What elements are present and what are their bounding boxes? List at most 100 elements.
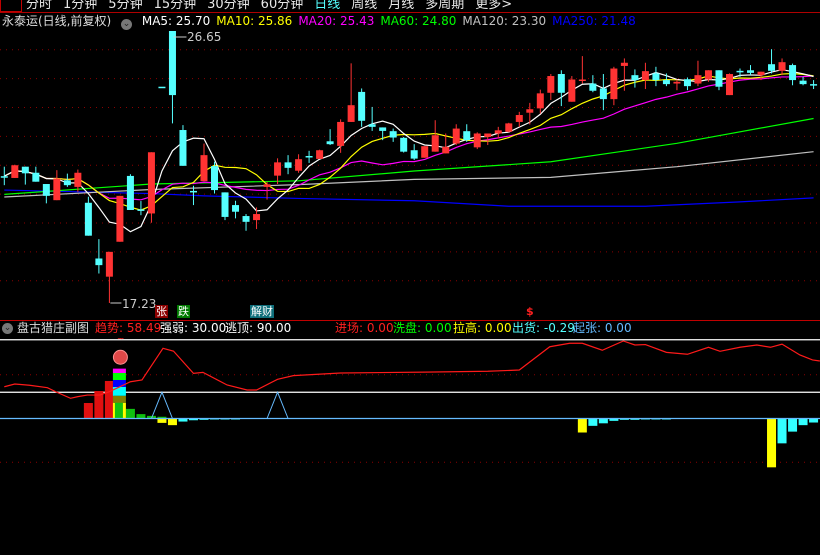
candle-body <box>53 178 61 201</box>
candle-body <box>179 130 187 166</box>
indicator-pullup: 拉高: 0.00 <box>453 321 512 335</box>
stack-segment <box>112 368 126 373</box>
green-bar <box>136 414 146 419</box>
candle-body <box>578 79 586 82</box>
red-bar <box>83 403 93 419</box>
candlestick-chart[interactable]: ~ <box>0 0 820 555</box>
signal-tag-jiecai: 解财 <box>250 305 274 318</box>
candle-body <box>316 150 324 159</box>
candle-body <box>715 70 723 87</box>
candle-body <box>463 131 471 141</box>
candle-body <box>799 80 807 85</box>
candle-body <box>158 86 166 89</box>
candle-body <box>494 130 502 134</box>
candle-body <box>547 76 555 93</box>
green-bar <box>125 408 135 419</box>
indicator-trend: 趋势: 58.49 <box>95 321 162 335</box>
signal-tag-die: 跌 <box>177 305 190 318</box>
candle-body <box>620 62 628 66</box>
candle-body <box>379 127 387 131</box>
stack-segment <box>112 373 126 380</box>
candle-body <box>295 159 303 171</box>
indicator-entry: 进场: 0.00 <box>335 321 394 335</box>
candle-body <box>263 184 271 187</box>
candle-body <box>536 93 544 109</box>
candle-body <box>305 156 313 158</box>
candle-body <box>200 155 208 182</box>
indicator-escape-top: 逃顶: 90.00 <box>225 321 292 335</box>
candle-body <box>810 84 818 86</box>
candle-body <box>284 162 292 168</box>
cyan-bar <box>777 418 787 444</box>
candle-body <box>84 202 92 236</box>
candle-body <box>473 133 481 148</box>
red-bar <box>104 380 114 419</box>
candle-body <box>21 166 29 174</box>
candle-body <box>242 216 250 222</box>
cyan-bar <box>788 418 798 432</box>
candle-body <box>421 146 429 158</box>
chevron-down-icon[interactable]: ⌄ <box>2 323 13 334</box>
candle-body <box>42 184 50 196</box>
cyan-bar <box>798 418 808 426</box>
candle-body <box>211 166 218 191</box>
candle-body <box>662 80 670 85</box>
candle-body <box>568 79 576 102</box>
ball-icon <box>112 349 128 365</box>
candle-body <box>410 150 418 159</box>
candle-body <box>673 81 681 84</box>
candle-body <box>253 214 261 221</box>
candle-body <box>526 109 534 113</box>
cyan-bar <box>809 418 819 423</box>
candle-body <box>389 131 397 138</box>
candle-body <box>95 258 103 266</box>
cyan-bar <box>598 418 608 424</box>
yellow-bar <box>157 418 167 423</box>
indicator-strength: 强弱: 30.00 <box>160 321 227 335</box>
triangle-signal <box>266 390 289 419</box>
candle-body <box>0 176 8 178</box>
ma10-line <box>4 72 814 211</box>
yellow-bar <box>167 418 177 426</box>
candle-body <box>599 88 607 100</box>
candle-body <box>736 70 744 73</box>
stack-green-bar <box>114 402 123 419</box>
candle-body <box>452 128 460 144</box>
candle-body <box>168 31 176 96</box>
candle-body <box>337 121 345 146</box>
candle-body <box>725 74 733 96</box>
triangle-signal <box>150 390 173 419</box>
candle-body <box>368 124 376 127</box>
candle-body <box>652 73 660 81</box>
candle-body <box>631 75 639 81</box>
candle-body <box>32 172 40 182</box>
stack-segment <box>112 387 126 396</box>
indicator-rise: 起张: 0.00 <box>573 321 632 335</box>
indicator-washout: 洗盘: 0.00 <box>393 321 452 335</box>
signal-tag-zhang: 张 <box>155 305 168 318</box>
candle-body <box>63 180 71 186</box>
candle-body <box>147 152 155 214</box>
candle-body <box>74 172 82 187</box>
candle-body <box>431 135 439 152</box>
sub-chart-title: 盘古猎庄副图 <box>17 321 90 335</box>
yellow-bar <box>577 418 587 433</box>
ma120-line <box>4 151 814 198</box>
candle-body <box>778 62 786 71</box>
candle-body <box>442 146 450 154</box>
candle-body <box>589 83 597 91</box>
cyan-bar <box>588 418 598 426</box>
candle-body <box>484 133 492 137</box>
candle-body <box>683 79 691 87</box>
candle-body <box>610 68 618 100</box>
signal-tag-dollar: $ <box>526 305 534 318</box>
stack-segment <box>112 395 126 403</box>
candle-body <box>505 123 513 132</box>
ma5-line <box>4 69 814 233</box>
candle-body <box>704 70 712 80</box>
candle-body <box>116 195 124 242</box>
ma60-line <box>4 117 814 196</box>
candle-body <box>11 165 19 178</box>
candle-body <box>768 64 776 71</box>
candle-body <box>789 65 797 81</box>
